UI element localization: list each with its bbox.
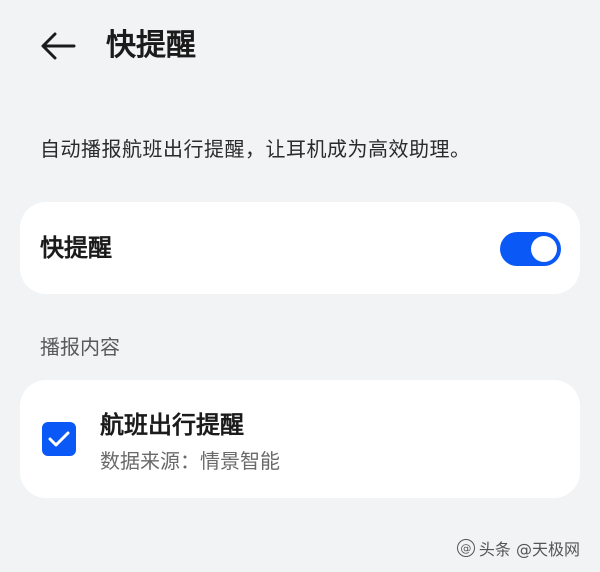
watermark-text: 头条 @天极网 [478, 540, 580, 559]
broadcast-content-card: 航班出行提醒 数据来源：情景智能 [20, 380, 580, 498]
flight-reminder-title: 航班出行提醒 [100, 411, 244, 439]
feature-description: 自动播报航班出行提醒，让耳机成为高效助理。 [40, 137, 471, 161]
back-button[interactable] [36, 24, 80, 68]
flight-reminder-subtitle: 数据来源：情景智能 [100, 449, 280, 473]
switch-knob [531, 236, 557, 262]
section-title-broadcast-content: 播报内容 [40, 335, 120, 359]
page-title: 快提醒 [106, 28, 196, 63]
checkmark-icon [48, 431, 70, 447]
watermark-logo-icon: @ [456, 539, 475, 557]
quick-reminder-toggle-card: 快提醒 [20, 202, 580, 294]
quick-reminder-switch[interactable] [500, 232, 561, 266]
flight-reminder-checkbox[interactable] [42, 422, 76, 456]
app-header: 快提醒 [0, 0, 600, 92]
watermark: @ 头条 @天极网 [456, 536, 580, 560]
arrow-left-icon [41, 32, 76, 60]
quick-reminder-label: 快提醒 [40, 234, 112, 262]
